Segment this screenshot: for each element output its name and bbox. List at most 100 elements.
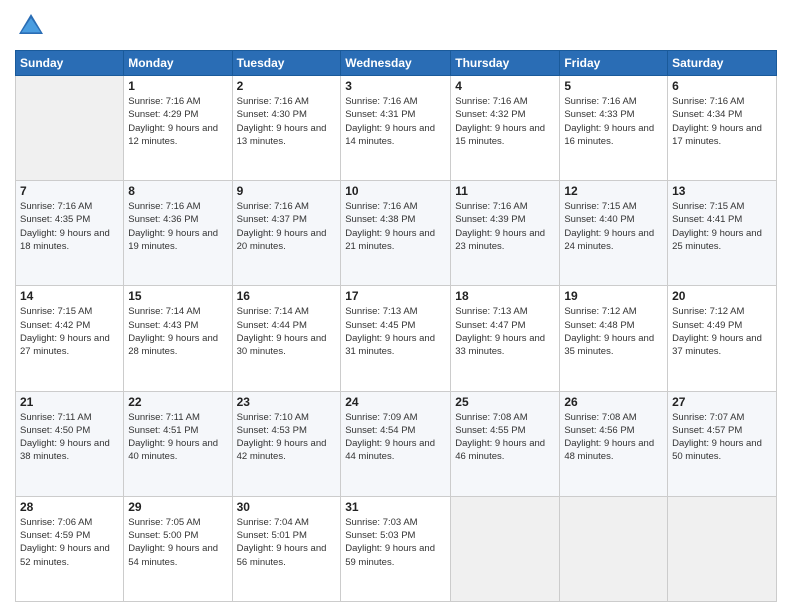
day-info: Sunrise: 7:11 AMSunset: 4:51 PMDaylight:… xyxy=(128,411,227,464)
calendar-day-header: Saturday xyxy=(668,51,777,76)
day-number: 24 xyxy=(345,395,446,409)
calendar-day-header: Monday xyxy=(124,51,232,76)
day-number: 16 xyxy=(237,289,337,303)
calendar-header-row: SundayMondayTuesdayWednesdayThursdayFrid… xyxy=(16,51,777,76)
day-info: Sunrise: 7:08 AMSunset: 4:56 PMDaylight:… xyxy=(564,411,663,464)
day-number: 14 xyxy=(20,289,119,303)
day-info: Sunrise: 7:15 AMSunset: 4:41 PMDaylight:… xyxy=(672,200,772,253)
day-number: 4 xyxy=(455,79,555,93)
calendar-cell: 27 Sunrise: 7:07 AMSunset: 4:57 PMDayligh… xyxy=(668,391,777,496)
calendar-cell: 13Sunrise: 7:15 AMSunset: 4:41 PMDayligh… xyxy=(668,181,777,286)
day-number: 9 xyxy=(237,184,337,198)
logo-icon xyxy=(15,10,47,42)
day-number: 30 xyxy=(237,500,337,514)
calendar-day-header: Sunday xyxy=(16,51,124,76)
calendar-cell: 28 Sunrise: 7:06 AMSunset: 4:59 PMDayligh… xyxy=(16,496,124,601)
calendar-cell: 16 Sunrise: 7:14 AMSunset: 4:44 PMDayligh… xyxy=(232,286,341,391)
day-number: 22 xyxy=(128,395,227,409)
day-number: 5 xyxy=(564,79,663,93)
day-info: Sunrise: 7:08 AMSunset: 4:55 PMDaylight:… xyxy=(455,411,555,464)
day-number: 26 xyxy=(564,395,663,409)
calendar-cell: 18 Sunrise: 7:13 AMSunset: 4:47 PMDayligh… xyxy=(451,286,560,391)
day-info: Sunrise: 7:13 AMSunset: 4:45 PMDaylight:… xyxy=(345,305,446,358)
calendar-cell: 19Sunrise: 7:12 AMSunset: 4:48 PMDayligh… xyxy=(560,286,668,391)
day-number: 1 xyxy=(128,79,227,93)
day-number: 27 xyxy=(672,395,772,409)
day-number: 3 xyxy=(345,79,446,93)
calendar-cell xyxy=(16,76,124,181)
calendar-cell xyxy=(668,496,777,601)
calendar-day-header: Thursday xyxy=(451,51,560,76)
day-number: 2 xyxy=(237,79,337,93)
day-info: Sunrise: 7:12 AMSunset: 4:49 PMDaylight:… xyxy=(672,305,772,358)
day-number: 25 xyxy=(455,395,555,409)
calendar-cell: 25 Sunrise: 7:08 AMSunset: 4:55 PMDayligh… xyxy=(451,391,560,496)
day-number: 20 xyxy=(672,289,772,303)
day-info: Sunrise: 7:16 AMSunset: 4:35 PMDaylight:… xyxy=(20,200,119,253)
day-info: Sunrise: 7:10 AMSunset: 4:53 PMDaylight:… xyxy=(237,411,337,464)
logo xyxy=(15,10,51,42)
day-info: Sunrise: 7:16 AMSunset: 4:29 PMDaylight:… xyxy=(128,95,227,148)
day-number: 28 xyxy=(20,500,119,514)
calendar-week-row: 21 Sunrise: 7:11 AMSunset: 4:50 PMDayligh… xyxy=(16,391,777,496)
calendar-cell: 15 Sunrise: 7:14 AMSunset: 4:43 PMDayligh… xyxy=(124,286,232,391)
calendar-day-header: Friday xyxy=(560,51,668,76)
calendar-cell: 11Sunrise: 7:16 AMSunset: 4:39 PMDayligh… xyxy=(451,181,560,286)
day-info: Sunrise: 7:15 AMSunset: 4:40 PMDaylight:… xyxy=(564,200,663,253)
day-info: Sunrise: 7:04 AMSunset: 5:01 PMDaylight:… xyxy=(237,516,337,569)
calendar-table: SundayMondayTuesdayWednesdayThursdayFrid… xyxy=(15,50,777,602)
day-number: 18 xyxy=(455,289,555,303)
calendar-cell: 31Sunrise: 7:03 AMSunset: 5:03 PMDayligh… xyxy=(341,496,451,601)
day-number: 17 xyxy=(345,289,446,303)
day-number: 23 xyxy=(237,395,337,409)
day-info: Sunrise: 7:05 AMSunset: 5:00 PMDaylight:… xyxy=(128,516,227,569)
day-info: Sunrise: 7:06 AMSunset: 4:59 PMDaylight:… xyxy=(20,516,119,569)
calendar-cell: 9 Sunrise: 7:16 AMSunset: 4:37 PMDaylight… xyxy=(232,181,341,286)
calendar-cell: 21 Sunrise: 7:11 AMSunset: 4:50 PMDayligh… xyxy=(16,391,124,496)
calendar-cell: 2Sunrise: 7:16 AMSunset: 4:30 PMDaylight… xyxy=(232,76,341,181)
day-number: 29 xyxy=(128,500,227,514)
day-number: 19 xyxy=(564,289,663,303)
day-number: 21 xyxy=(20,395,119,409)
calendar-cell: 3 Sunrise: 7:16 AMSunset: 4:31 PMDaylight… xyxy=(341,76,451,181)
day-info: Sunrise: 7:11 AMSunset: 4:50 PMDaylight:… xyxy=(20,411,119,464)
calendar-cell: 30 Sunrise: 7:04 AMSunset: 5:01 PMDayligh… xyxy=(232,496,341,601)
day-number: 10 xyxy=(345,184,446,198)
page-container: SundayMondayTuesdayWednesdayThursdayFrid… xyxy=(0,0,792,612)
day-info: Sunrise: 7:07 AMSunset: 4:57 PMDaylight:… xyxy=(672,411,772,464)
calendar-week-row: 1 Sunrise: 7:16 AMSunset: 4:29 PMDaylight… xyxy=(16,76,777,181)
day-number: 6 xyxy=(672,79,772,93)
calendar-day-header: Wednesday xyxy=(341,51,451,76)
calendar-cell: 10 Sunrise: 7:16 AMSunset: 4:38 PMDayligh… xyxy=(341,181,451,286)
day-number: 15 xyxy=(128,289,227,303)
day-info: Sunrise: 7:16 AMSunset: 4:33 PMDaylight:… xyxy=(564,95,663,148)
calendar-cell: 12 Sunrise: 7:15 AMSunset: 4:40 PMDayligh… xyxy=(560,181,668,286)
calendar-week-row: 28 Sunrise: 7:06 AMSunset: 4:59 PMDayligh… xyxy=(16,496,777,601)
day-info: Sunrise: 7:09 AMSunset: 4:54 PMDaylight:… xyxy=(345,411,446,464)
calendar-cell: 23 Sunrise: 7:10 AMSunset: 4:53 PMDayligh… xyxy=(232,391,341,496)
day-info: Sunrise: 7:14 AMSunset: 4:43 PMDaylight:… xyxy=(128,305,227,358)
day-number: 12 xyxy=(564,184,663,198)
calendar-cell: 4Sunrise: 7:16 AMSunset: 4:32 PMDaylight… xyxy=(451,76,560,181)
calendar-cell: 26 Sunrise: 7:08 AMSunset: 4:56 PMDayligh… xyxy=(560,391,668,496)
day-info: Sunrise: 7:14 AMSunset: 4:44 PMDaylight:… xyxy=(237,305,337,358)
day-info: Sunrise: 7:16 AMSunset: 4:38 PMDaylight:… xyxy=(345,200,446,253)
calendar-cell: 24 Sunrise: 7:09 AMSunset: 4:54 PMDayligh… xyxy=(341,391,451,496)
calendar-cell: 20 Sunrise: 7:12 AMSunset: 4:49 PMDayligh… xyxy=(668,286,777,391)
calendar-cell: 22 Sunrise: 7:11 AMSunset: 4:51 PMDayligh… xyxy=(124,391,232,496)
day-info: Sunrise: 7:16 AMSunset: 4:36 PMDaylight:… xyxy=(128,200,227,253)
day-number: 31 xyxy=(345,500,446,514)
day-info: Sunrise: 7:16 AMSunset: 4:31 PMDaylight:… xyxy=(345,95,446,148)
calendar-cell: 5 Sunrise: 7:16 AMSunset: 4:33 PMDaylight… xyxy=(560,76,668,181)
header xyxy=(15,10,777,42)
day-number: 7 xyxy=(20,184,119,198)
calendar-cell: 7 Sunrise: 7:16 AMSunset: 4:35 PMDaylight… xyxy=(16,181,124,286)
day-number: 11 xyxy=(455,184,555,198)
calendar-week-row: 7 Sunrise: 7:16 AMSunset: 4:35 PMDaylight… xyxy=(16,181,777,286)
day-info: Sunrise: 7:16 AMSunset: 4:37 PMDaylight:… xyxy=(237,200,337,253)
calendar-week-row: 14 Sunrise: 7:15 AMSunset: 4:42 PMDayligh… xyxy=(16,286,777,391)
calendar-cell xyxy=(451,496,560,601)
day-info: Sunrise: 7:15 AMSunset: 4:42 PMDaylight:… xyxy=(20,305,119,358)
calendar-cell: 14 Sunrise: 7:15 AMSunset: 4:42 PMDayligh… xyxy=(16,286,124,391)
day-info: Sunrise: 7:13 AMSunset: 4:47 PMDaylight:… xyxy=(455,305,555,358)
